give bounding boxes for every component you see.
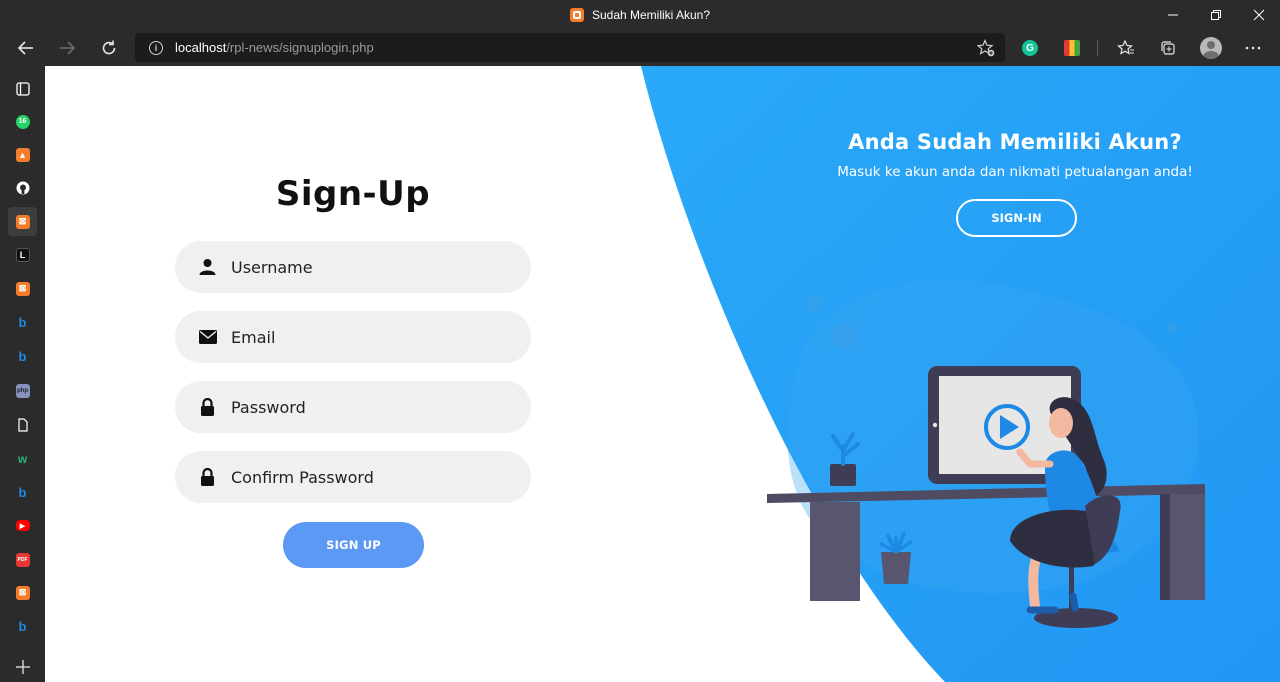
color-extension-icon[interactable] <box>1064 40 1080 56</box>
window-title-text: Sudah Memiliki Akun? <box>591 8 711 22</box>
collections-icon[interactable] <box>1158 38 1178 58</box>
user-icon <box>199 259 216 275</box>
window-titlebar: Sudah Memiliki Akun? <box>0 0 1280 30</box>
signup-button[interactable]: SIGN UP <box>283 522 424 568</box>
envelope-icon <box>199 330 217 344</box>
tab-actions-button[interactable] <box>8 74 37 103</box>
toolbar-divider <box>1097 40 1098 56</box>
forward-icon <box>60 41 76 55</box>
minimize-button[interactable] <box>1151 0 1194 30</box>
sidebar-tab-document[interactable] <box>8 410 37 439</box>
confirm-password-input[interactable] <box>231 451 511 503</box>
sidebar-tab-sublime[interactable]: ▲ <box>8 140 37 169</box>
sidebar-tab-l[interactable]: L <box>8 240 37 269</box>
xampp-icon: ⊠ <box>15 281 30 296</box>
address-bar[interactable]: i localhost/rpl-news/signuplogin.php <box>135 33 1005 62</box>
sidebar-tab-youtube[interactable]: ▶ <box>8 511 37 540</box>
username-input[interactable] <box>231 241 511 293</box>
close-button[interactable] <box>1237 0 1280 30</box>
xampp-icon <box>569 8 584 22</box>
grammarly-icon[interactable]: G <box>1022 40 1038 56</box>
w-icon: w <box>17 451 28 466</box>
github-icon <box>16 181 29 194</box>
sidebar-tab-bing-1[interactable]: b <box>8 308 37 337</box>
favorites-icon[interactable] <box>1116 38 1136 58</box>
xampp-icon: ⊠ <box>15 585 30 600</box>
browser-toolbar: i localhost/rpl-news/signuplogin.php G <box>0 30 1280 66</box>
signin-panel-subtitle: Masuk ke akun anda dan nikmati petualang… <box>837 164 1193 180</box>
sidebar-tab-pdf[interactable]: PDF <box>8 545 37 574</box>
refresh-icon <box>102 40 116 55</box>
php-icon: php <box>15 383 30 398</box>
forward-button[interactable] <box>53 34 81 62</box>
confirm-password-field[interactable] <box>175 451 531 503</box>
sublime-icon: ▲ <box>15 147 30 162</box>
sidebar-tab-xampp-2[interactable]: ⊠ <box>8 274 37 303</box>
plus-icon <box>15 659 30 674</box>
window-controls <box>1151 0 1280 30</box>
bing-icon: b <box>18 349 27 364</box>
add-favorite-icon[interactable] <box>976 38 995 61</box>
signup-title: Sign-Up <box>275 174 431 214</box>
email-input[interactable] <box>231 311 511 363</box>
bing-icon: b <box>18 619 27 634</box>
close-icon <box>1253 9 1264 21</box>
profile-avatar[interactable] <box>1200 37 1222 59</box>
signin-panel-title: Anda Sudah Memiliki Akun? <box>848 130 1182 154</box>
sidebar-tab-whatsapp[interactable]: 16 <box>8 107 37 136</box>
password-field[interactable] <box>175 381 531 433</box>
bing-icon: b <box>18 485 27 500</box>
refresh-button[interactable] <box>95 34 123 62</box>
sidebar-tab-xampp-active[interactable]: ⊠ <box>8 207 37 236</box>
url-text[interactable]: localhost/rpl-news/signuplogin.php <box>175 40 374 55</box>
back-button[interactable] <box>12 34 40 62</box>
tab-actions-icon <box>15 81 30 96</box>
signin-panel: Anda Sudah Memiliki Akun? Masuk ke akun … <box>805 130 1225 180</box>
page-viewport: Sign-Up SIGN UP Anda Sudah Memiliki Akun… <box>45 66 1280 682</box>
add-tab-button[interactable] <box>8 652 37 681</box>
sidebar-tab-bing-3[interactable]: b <box>8 478 37 507</box>
lock-icon <box>201 468 214 486</box>
email-field[interactable] <box>175 311 531 363</box>
vertical-sidebar: 16 ▲ ⊠ L ⊠ b b php w b ▶ PDF ⊠ b <box>0 66 45 682</box>
sidebar-tab-xampp-3[interactable]: ⊠ <box>8 578 37 607</box>
lock-icon <box>201 398 214 416</box>
restore-button[interactable] <box>1194 0 1237 30</box>
sidebar-tab-php[interactable]: php <box>8 376 37 405</box>
more-icon[interactable] <box>1243 38 1263 58</box>
youtube-icon: ▶ <box>15 520 30 531</box>
sidebar-tab-w[interactable]: w <box>8 444 37 473</box>
back-icon <box>17 41 33 55</box>
window-title: Sudah Memiliki Akun? <box>0 0 1280 30</box>
minimize-icon <box>1167 14 1178 16</box>
whatsapp-icon: 16 <box>15 114 30 129</box>
bing-icon: b <box>18 315 27 330</box>
xampp-icon: ⊠ <box>15 214 30 229</box>
info-icon[interactable]: i <box>149 40 163 55</box>
username-field[interactable] <box>175 241 531 293</box>
document-icon <box>17 417 28 432</box>
sidebar-tab-bing-4[interactable]: b <box>8 612 37 641</box>
signin-button[interactable]: SIGN-IN <box>956 199 1077 237</box>
l-icon: L <box>15 247 30 262</box>
password-input[interactable] <box>231 381 511 433</box>
sidebar-tab-bing-2[interactable]: b <box>8 342 37 371</box>
restore-icon <box>1210 10 1221 20</box>
pdf-icon: PDF <box>15 552 30 567</box>
sidebar-tab-github[interactable] <box>8 173 37 202</box>
